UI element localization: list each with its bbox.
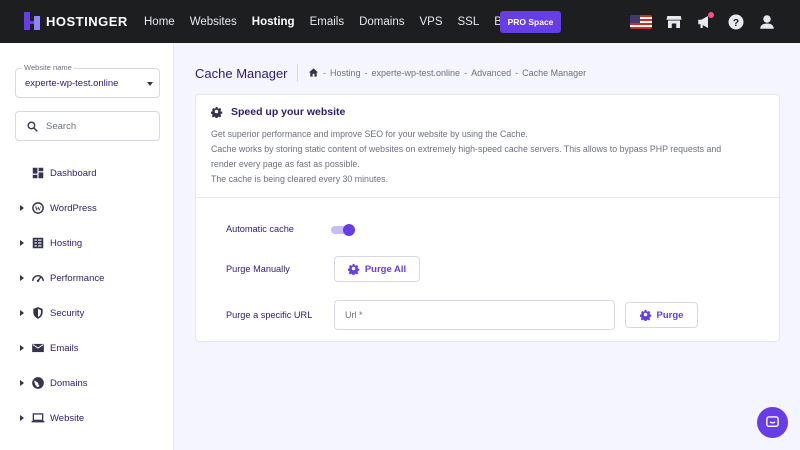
brand-name: HOSTINGER [46, 13, 128, 29]
sidebar-item-emails[interactable]: Emails [0, 338, 174, 358]
automatic-cache-label: Automatic cache [226, 224, 294, 234]
sidebar-item-performance[interactable]: Performance [0, 268, 174, 288]
description-line: The cache is being cleared every 30 minu… [211, 174, 389, 184]
sidebar-item-label: Security [50, 308, 85, 319]
sidebar-item-label: Hosting [50, 238, 83, 249]
page-title: Cache Manager [195, 66, 288, 81]
sidebar-item-label: Dashboard [50, 168, 97, 179]
top-navigation-bar: HOSTINGER Home Websites Hosting Emails D… [0, 0, 800, 43]
sidebar-item-label: Domains [50, 378, 88, 389]
automatic-cache-toggle[interactable] [331, 224, 355, 236]
sidebar-item-label: Emails [50, 343, 79, 354]
account-icon[interactable] [758, 13, 776, 31]
description-line: render every page as fast as possible. [211, 159, 360, 169]
breadcrumb-separator: - [323, 67, 326, 78]
url-field [334, 300, 615, 330]
purge-label: Purge [656, 309, 684, 321]
notification-dot [708, 11, 714, 18]
svg-text:W: W [35, 206, 42, 213]
url-input[interactable] [345, 310, 605, 320]
nav-emails[interactable]: Emails [310, 16, 345, 28]
sidebar-item-label: Performance [50, 273, 105, 284]
hostinger-logo-icon [24, 12, 40, 30]
card-header: Speed up your website Get superior perfo… [196, 95, 781, 198]
sidebar-item-security[interactable]: Security [0, 303, 174, 323]
card-title-text: Speed up your website [231, 106, 346, 118]
chat-button[interactable] [757, 407, 788, 438]
shield-icon [31, 306, 45, 320]
nav-home[interactable]: Home [144, 16, 175, 28]
breadcrumb-separator: - [364, 67, 368, 78]
search-icon [27, 120, 38, 132]
sidebar-item-hosting[interactable]: Hosting [0, 233, 174, 253]
sidebar-item-domains[interactable]: Domains [0, 373, 174, 393]
purge-all-label: Purge All [364, 263, 407, 275]
pro-space-button[interactable]: PRO Space [500, 11, 561, 33]
purge-url-button[interactable]: Purge [625, 302, 698, 328]
chat-icon [766, 416, 779, 427]
announcement-icon[interactable] [696, 11, 714, 31]
website-select-label: Website name [22, 63, 74, 72]
breadcrumb-current: Cache Manager [522, 67, 587, 78]
nav-vps[interactable]: VPS [420, 16, 443, 28]
website-select[interactable]: Website name experte-wp-test.online [15, 63, 160, 98]
mail-icon [31, 341, 45, 355]
nav-websites[interactable]: Websites [190, 16, 237, 28]
main-nav: Home Websites Hosting Emails Domains VPS… [144, 0, 540, 43]
expand-arrow-icon [20, 415, 24, 421]
breadcrumb-separator: - [464, 67, 468, 78]
performance-icon [31, 271, 45, 285]
gear-icon [347, 263, 360, 275]
expand-arrow-icon [20, 240, 24, 246]
nav-hosting[interactable]: Hosting [252, 16, 295, 28]
us-flag-icon[interactable] [630, 14, 652, 29]
home-icon[interactable] [308, 67, 319, 78]
breadcrumb-item[interactable]: Advanced [471, 68, 511, 78]
svg-text:?: ? [733, 16, 739, 28]
title-divider [297, 64, 298, 82]
expand-arrow-icon [20, 380, 24, 386]
sidebar-item-dashboard[interactable]: Dashboard [0, 163, 174, 183]
expand-arrow-icon [20, 275, 24, 281]
sidebar: Website name experte-wp-test.online Dash… [0, 43, 174, 450]
gear-icon [639, 309, 651, 321]
search-input[interactable] [46, 120, 146, 132]
sidebar-item-website[interactable]: Website [0, 408, 174, 428]
help-icon[interactable]: ? [727, 13, 745, 31]
store-icon[interactable] [665, 13, 683, 31]
expand-arrow-icon [20, 345, 24, 351]
breadcrumb-item[interactable]: experte-wp-test.online [372, 68, 461, 78]
purge-manually-label: Purge Manually [226, 264, 290, 274]
card-title: Speed up your website [211, 106, 345, 118]
breadcrumb-separator: - [515, 67, 519, 78]
cache-card: Speed up your website Get superior perfo… [195, 94, 781, 342]
hostinger-logo[interactable]: HOSTINGER [24, 12, 128, 30]
purge-url-label: Purge a specific URL [226, 310, 313, 320]
caret-down-icon [147, 82, 153, 86]
description-line: Get superior performance and improve SEO… [211, 129, 528, 139]
expand-arrow-icon [20, 310, 24, 316]
gear-icon [211, 106, 223, 118]
dashboard-icon [31, 166, 45, 180]
globe-icon [31, 376, 45, 390]
sidebar-item-wordpress[interactable]: W WordPress [0, 198, 174, 218]
website-select-value: experte-wp-test.online [25, 78, 119, 89]
breadcrumb: - Hosting - experte-wp-test.online - Adv… [308, 67, 590, 78]
purge-all-button[interactable]: Purge All [334, 256, 420, 282]
sidebar-item-label: WordPress [50, 203, 97, 214]
sidebar-search [15, 111, 160, 141]
description-line: Cache works by storing static content of… [211, 144, 722, 154]
wordpress-icon: W [31, 201, 45, 215]
hosting-icon [31, 236, 45, 250]
top-icons: ? [630, 0, 776, 43]
laptop-icon [31, 411, 45, 425]
breadcrumb-item[interactable]: Hosting [330, 68, 361, 78]
expand-arrow-icon [20, 205, 24, 211]
nav-domains[interactable]: Domains [359, 16, 404, 28]
sidebar-item-label: Website [50, 413, 85, 424]
nav-ssl[interactable]: SSL [458, 16, 480, 28]
